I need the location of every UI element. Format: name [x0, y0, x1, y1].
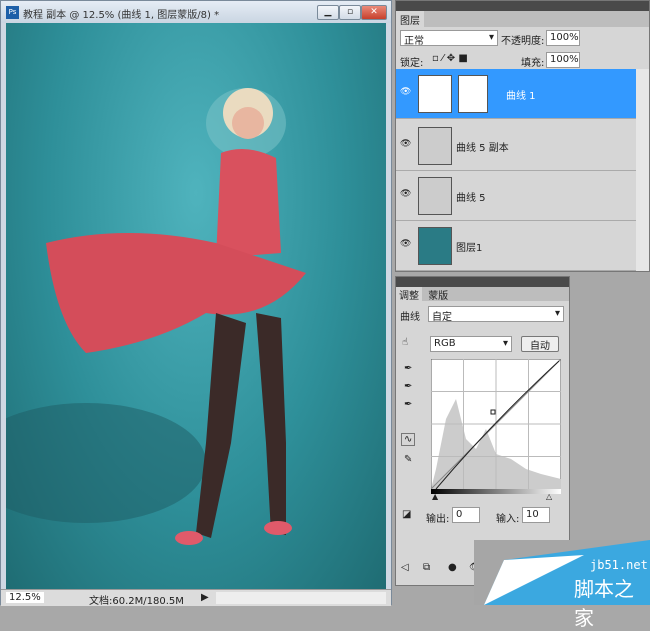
eye-icon[interactable]: 👁	[400, 87, 412, 99]
layer-thumbnail	[418, 177, 452, 215]
black-point-slider[interactable]: ▲	[432, 492, 438, 501]
clip-layer-icon[interactable]: ⧉	[423, 562, 430, 573]
zoom-level[interactable]: 12.5%	[6, 592, 44, 603]
curves-thumbnail	[418, 75, 452, 113]
horizontal-scrollbar[interactable]	[216, 592, 386, 604]
mask-thumbnail[interactable]	[458, 75, 488, 113]
lock-label: 锁定:	[400, 58, 424, 69]
curves-graph[interactable]	[431, 359, 561, 489]
layers-scrollbar[interactable]	[636, 69, 649, 271]
layer-row[interactable]: 👁 曲线 5	[396, 171, 636, 221]
watermark-site: jb51.net	[590, 558, 648, 572]
curve-point-tool-icon[interactable]: ∿	[401, 433, 416, 446]
watermark-name: 脚本之家	[574, 577, 634, 630]
photo-woman-red-dress	[6, 88, 306, 545]
blend-mode-select[interactable]: 正常 ▾	[400, 30, 498, 47]
chevron-down-icon: ▾	[554, 308, 560, 319]
tab-adjustments[interactable]: 调整	[396, 287, 422, 302]
document-title: 教程 副本 @ 12.5% (曲线 1, 图层蒙版/8) *	[23, 10, 220, 21]
tab-layers[interactable]: 图层	[396, 11, 424, 28]
layer-name: 曲线 1	[506, 91, 536, 102]
output-input[interactable]: 0	[452, 507, 480, 523]
visibility-toggle-icon[interactable]: ●	[448, 562, 457, 573]
hand-tool-icon[interactable]: ☝	[402, 337, 408, 348]
layer-name: 曲线 5	[456, 193, 486, 204]
status-menu-arrow-icon[interactable]: ▶	[201, 592, 209, 603]
panel-header	[396, 1, 649, 11]
preset-value: 自定	[432, 312, 452, 323]
panel-header	[396, 277, 569, 287]
output-label: 输出:	[426, 514, 450, 525]
adjustment-type-label: 曲线	[400, 312, 420, 323]
eye-icon[interactable]: 👁	[400, 239, 412, 251]
white-point-slider[interactable]: △	[546, 492, 552, 501]
lock-icons[interactable]: ▫ ⁄ ✥ ■	[432, 53, 468, 64]
image-canvas[interactable]	[6, 23, 386, 589]
eyedropper-gray-icon[interactable]: ✒	[404, 381, 412, 392]
layers-panel: 图层 正常 ▾ 不透明度: 100% 锁定: ▫ ⁄ ✥ ■ 填充: 100% 👁…	[395, 0, 650, 272]
layer-row[interactable]: 👁 曲线 1	[396, 69, 636, 119]
layer-name: 曲线 5 副本	[456, 143, 509, 154]
layer-name: 图层1	[456, 243, 483, 254]
input-input[interactable]: 10	[522, 507, 550, 523]
input-label: 输入:	[496, 514, 520, 525]
eye-icon[interactable]: 👁	[400, 139, 412, 151]
watermark: jb51.net 脚本之家	[474, 540, 650, 630]
status-bar: 12.5% 文档:60.2M/180.5M ▶	[1, 589, 391, 607]
tab-masks[interactable]: 蒙版	[425, 291, 451, 302]
eyedropper-white-icon[interactable]: ✒	[404, 399, 412, 410]
back-arrow-icon[interactable]: ◁	[401, 562, 409, 573]
chevron-down-icon: ▾	[502, 338, 508, 349]
layer-thumbnail	[418, 127, 452, 165]
preset-select[interactable]: 自定 ▾	[428, 306, 564, 323]
eyedropper-black-icon[interactable]: ✒	[404, 363, 412, 374]
gradient-bar	[431, 489, 561, 494]
blend-mode-value: 正常	[404, 36, 424, 47]
opacity-input[interactable]: 100%	[546, 30, 580, 46]
channel-select[interactable]: RGB ▾	[430, 336, 512, 352]
photoshop-icon: Ps	[6, 6, 19, 19]
restore-button[interactable]: ▫	[339, 5, 361, 20]
clipping-warning-icon[interactable]: ◪	[402, 509, 411, 520]
fill-label: 填充:	[521, 58, 545, 69]
fill-input[interactable]: 100%	[546, 52, 580, 68]
layer-row[interactable]: 👁 图层1	[396, 221, 636, 271]
chevron-down-icon: ▾	[488, 32, 494, 43]
layer-row[interactable]: 👁 曲线 5 副本	[396, 121, 636, 171]
title-bar[interactable]: Ps 教程 副本 @ 12.5% (曲线 1, 图层蒙版/8) * ▁ ▫ ✕	[1, 1, 391, 23]
opacity-label: 不透明度:	[501, 36, 545, 47]
close-button[interactable]: ✕	[361, 5, 387, 20]
auto-button[interactable]: 自动	[521, 336, 559, 352]
layer-thumbnail	[418, 227, 452, 265]
pencil-icon[interactable]: ✎	[404, 454, 412, 465]
minimize-button[interactable]: ▁	[317, 5, 339, 20]
document-window: Ps 教程 副本 @ 12.5% (曲线 1, 图层蒙版/8) * ▁ ▫ ✕ …	[0, 0, 392, 607]
eye-icon[interactable]: 👁	[400, 189, 412, 201]
channel-value: RGB	[434, 338, 456, 349]
